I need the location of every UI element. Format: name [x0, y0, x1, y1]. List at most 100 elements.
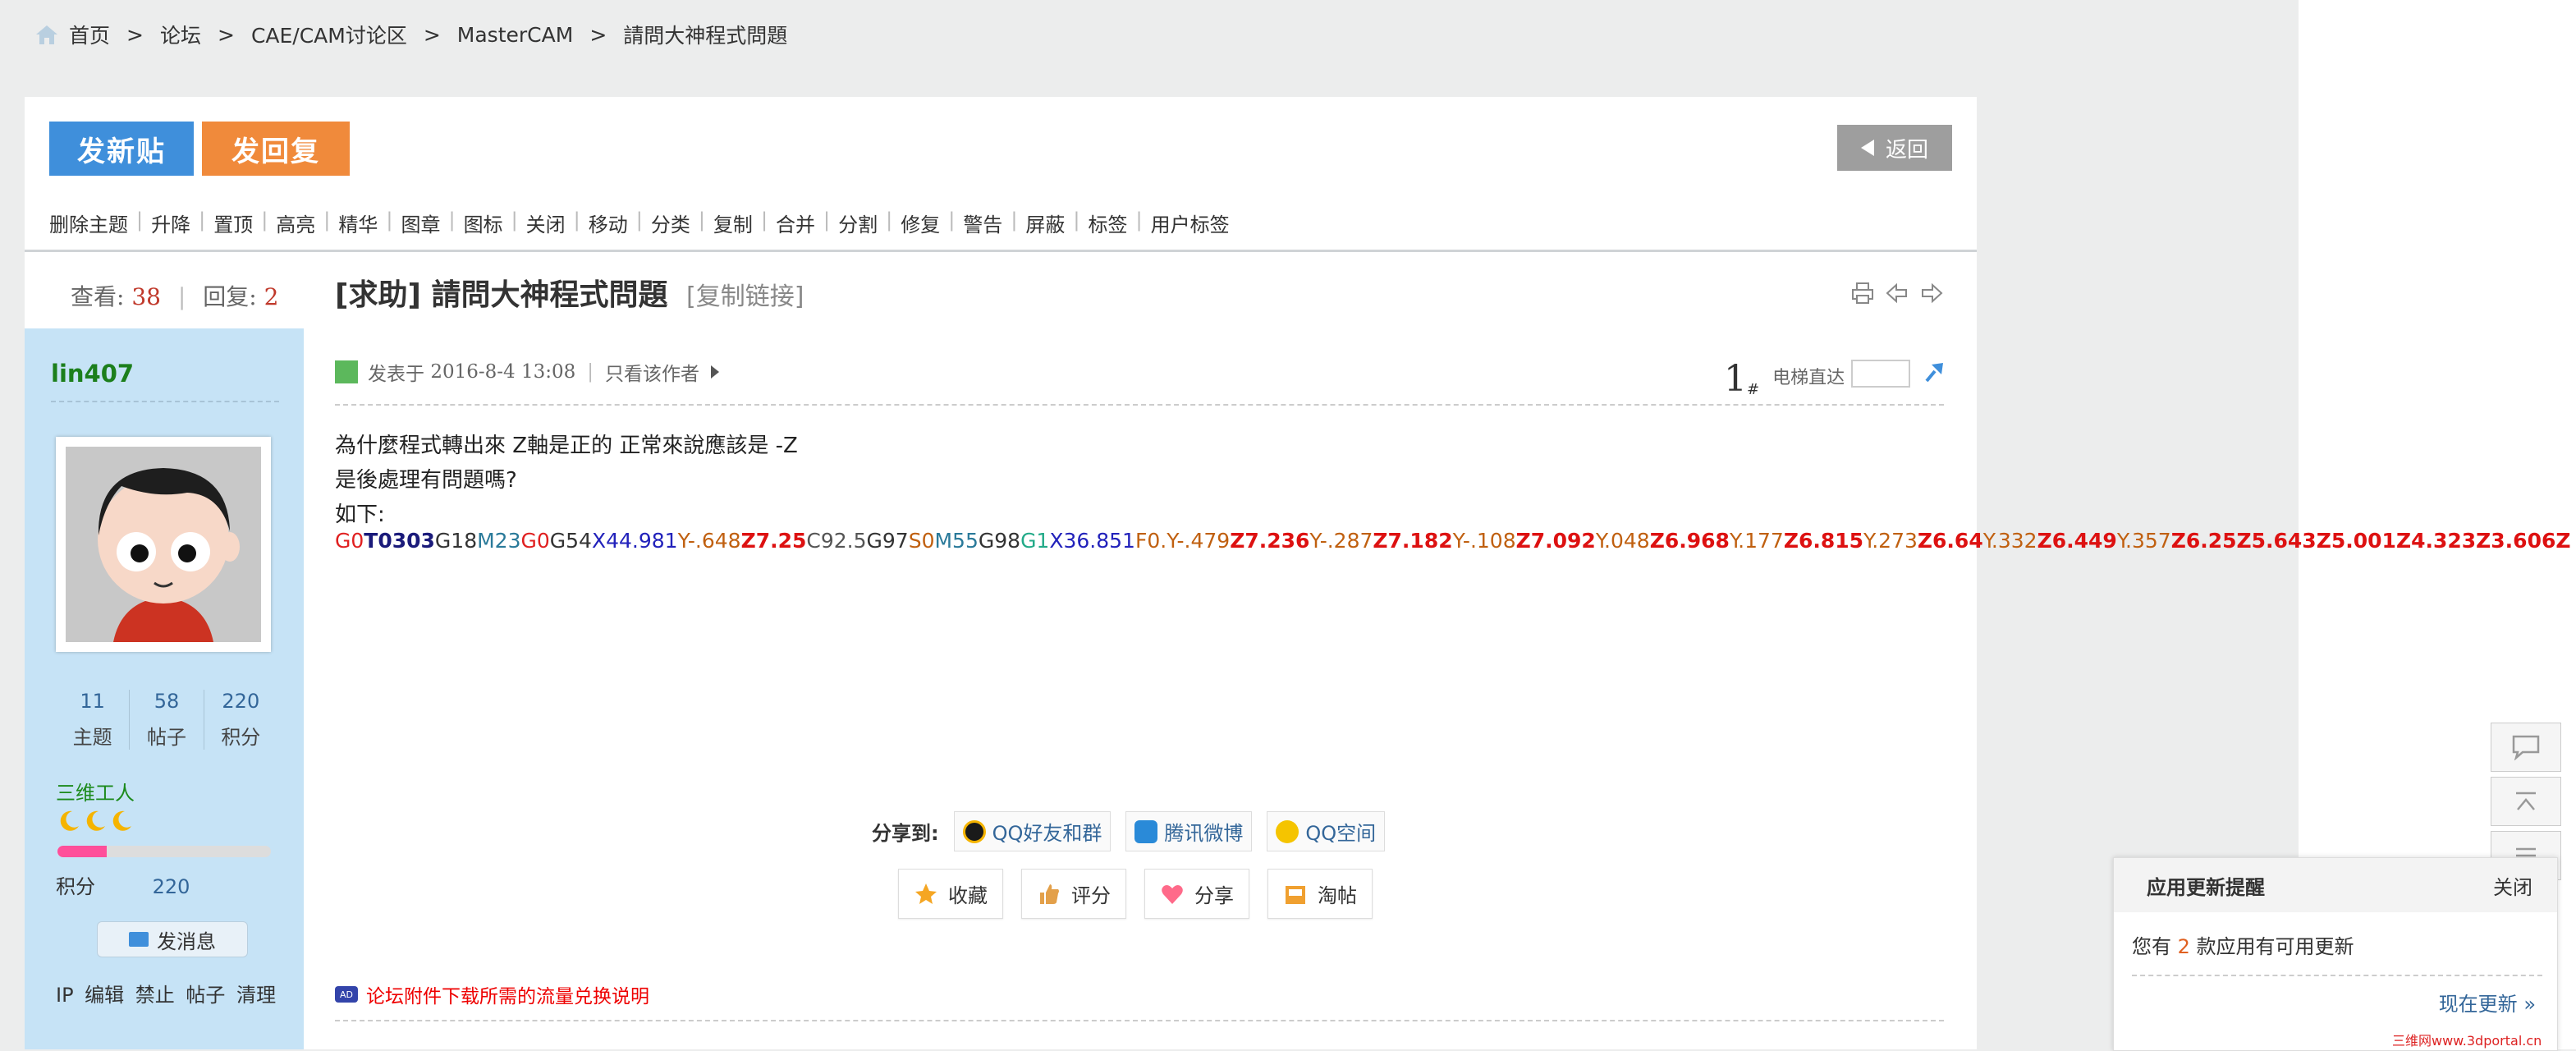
breadcrumb-thread[interactable]: 請問大神程式問題: [623, 20, 787, 49]
gcode-token: Y-.287: [1309, 529, 1373, 553]
back-button[interactable]: 返回: [1837, 125, 1952, 171]
share-qq-friends-label: QQ好友和群: [992, 822, 1102, 845]
quick-reply-button[interactable]: [2491, 723, 2561, 772]
only-author-link[interactable]: 只看该作者: [605, 358, 699, 386]
gcode-token: Y.332: [1982, 529, 2037, 553]
gcode-token: Y.357: [2116, 529, 2171, 553]
gcode-token: F0.: [1134, 529, 1167, 553]
qzone-star-icon: [1276, 819, 1299, 843]
mod-sticky[interactable]: 置顶: [213, 209, 253, 237]
breadcrumb-board[interactable]: MasterCAM: [457, 23, 574, 47]
share-qq-friends-button[interactable]: QQ好友和群: [953, 811, 1112, 851]
print-icon[interactable]: [1850, 281, 1875, 305]
moon-icon: [86, 810, 105, 831]
share-button[interactable]: 分享: [1144, 869, 1249, 919]
home-icon[interactable]: [34, 23, 59, 46]
copy-link[interactable]: [复制链接]: [686, 282, 804, 311]
gcode-token: Y.273: [1863, 529, 1918, 553]
floor-input[interactable]: [1851, 360, 1911, 388]
moon-icon: [60, 810, 79, 831]
floor-number[interactable]: 1: [1724, 361, 1747, 397]
gcode-token: Y-.479: [1167, 529, 1231, 553]
gcode-line: G0T0303G18M23G0G54X44.981Y-.648Z7.25C92.…: [335, 530, 2571, 551]
mod-block[interactable]: 屏蔽: [1025, 209, 1065, 237]
gcode-token: G97: [866, 529, 909, 553]
rank-progress-fill: [57, 846, 107, 857]
mod-bump[interactable]: 升降: [151, 209, 190, 237]
mod-copy[interactable]: 复制: [713, 209, 753, 237]
gcode-token: Y-.108: [1452, 529, 1516, 553]
reply-button[interactable]: 发回复: [202, 122, 350, 176]
divider: [2132, 975, 2542, 976]
floor-suffix: #: [1747, 381, 1760, 398]
divider: [335, 1020, 1944, 1021]
divider: [25, 250, 1977, 252]
send-message-button[interactable]: 发消息: [97, 921, 248, 957]
mod-tag[interactable]: 标签: [1089, 209, 1128, 237]
collect-thread-label: 淘帖: [1318, 884, 1357, 907]
mod-delete-topic[interactable]: 删除主题: [49, 209, 128, 237]
back-arrow-icon: [1860, 140, 1874, 156]
gcode-token: M23: [477, 529, 521, 553]
stat-topics-value: 11: [80, 690, 105, 713]
update-popup: 应用更新提醒 关闭 您有 2 款应用有可用更新 现在更新 »: [2113, 857, 2558, 1051]
stat-topics[interactable]: 11 主题: [56, 690, 131, 750]
breadcrumb-home[interactable]: 首页: [69, 20, 110, 49]
collect-thread-button[interactable]: 淘帖: [1267, 869, 1373, 919]
mod-user-tag[interactable]: 用户标签: [1151, 209, 1230, 237]
thread-tools: [1850, 281, 1944, 305]
breadcrumb-forum[interactable]: 论坛: [160, 20, 201, 49]
replies-count: 2: [264, 283, 279, 310]
gcode-token: S0: [908, 529, 935, 553]
gcode-token: Y.177: [1729, 529, 1784, 553]
share-qzone-button[interactable]: QQ空间: [1267, 811, 1386, 851]
favorite-button[interactable]: 收藏: [898, 869, 1003, 919]
rank-progress-bar: [57, 846, 271, 857]
next-thread-icon[interactable]: [1919, 281, 1944, 305]
update-now-link[interactable]: 现在更新 »: [2439, 988, 2536, 1017]
replies-label: 回复:: [203, 283, 257, 310]
mod-warn[interactable]: 警告: [963, 209, 1002, 237]
mod-merge[interactable]: 合并: [776, 209, 815, 237]
share-tencent-weibo-button[interactable]: 腾讯微博: [1125, 811, 1253, 851]
jump-arrow-icon[interactable]: [1922, 360, 1946, 384]
mod-category[interactable]: 分类: [651, 209, 690, 237]
posted-time: 2016-8-4 13:08: [430, 361, 576, 383]
gcode-token: Z6.64: [1917, 529, 1983, 553]
previous-thread-icon[interactable]: [1885, 281, 1909, 305]
mod-icon[interactable]: 图标: [464, 209, 503, 237]
caret-right-icon[interactable]: [711, 365, 719, 379]
moderation-toolbar: 删除主题 | 升降 | 置顶 | 高亮 | 精华 | 图章 | 图标 | 关闭 | 移动 | 分类…: [49, 209, 1230, 237]
mod-close[interactable]: 关闭: [526, 209, 566, 237]
rate-button[interactable]: 评分: [1021, 869, 1126, 919]
mod-highlight[interactable]: 高亮: [276, 209, 315, 237]
mod-stamp[interactable]: 图章: [401, 209, 440, 237]
mod-digest[interactable]: 精华: [338, 209, 378, 237]
gcode-token: Z7.236: [1230, 529, 1310, 553]
ad-notice[interactable]: AD 论坛附件下载所需的流量兑换说明: [335, 980, 649, 1008]
divider: [51, 401, 279, 402]
avatar-image: [66, 447, 261, 642]
favorite-label: 收藏: [948, 884, 988, 907]
popup-title: 应用更新提醒: [2147, 875, 2265, 899]
gcode-token: C92.5: [806, 529, 867, 553]
admin-links[interactable]: IP 编辑 禁止 帖子 清理: [56, 979, 276, 1007]
mod-split[interactable]: 分割: [838, 209, 878, 237]
stat-posts-label: 帖子: [146, 726, 186, 749]
back-to-top-button[interactable]: [2491, 777, 2561, 826]
title-prefix[interactable]: [求助]: [335, 278, 421, 312]
stat-posts[interactable]: 58 帖子: [130, 690, 204, 750]
stat-score[interactable]: 220 积分: [204, 690, 277, 750]
user-rank[interactable]: 三维工人: [56, 777, 135, 805]
mod-move[interactable]: 移动: [589, 209, 628, 237]
gcode-token: G1: [1020, 529, 1050, 553]
star-icon: [915, 883, 937, 904]
author-name[interactable]: lin407: [51, 360, 134, 388]
popup-close-button[interactable]: 关闭: [2493, 871, 2532, 900]
gcode-token: X36.851: [1049, 529, 1135, 553]
breadcrumb-section[interactable]: CAE/CAM讨论区: [251, 20, 407, 49]
envelope-icon: [129, 932, 149, 947]
avatar[interactable]: [56, 437, 271, 652]
new-post-button[interactable]: 发新贴: [49, 122, 194, 176]
mod-repair[interactable]: 修复: [901, 209, 940, 237]
